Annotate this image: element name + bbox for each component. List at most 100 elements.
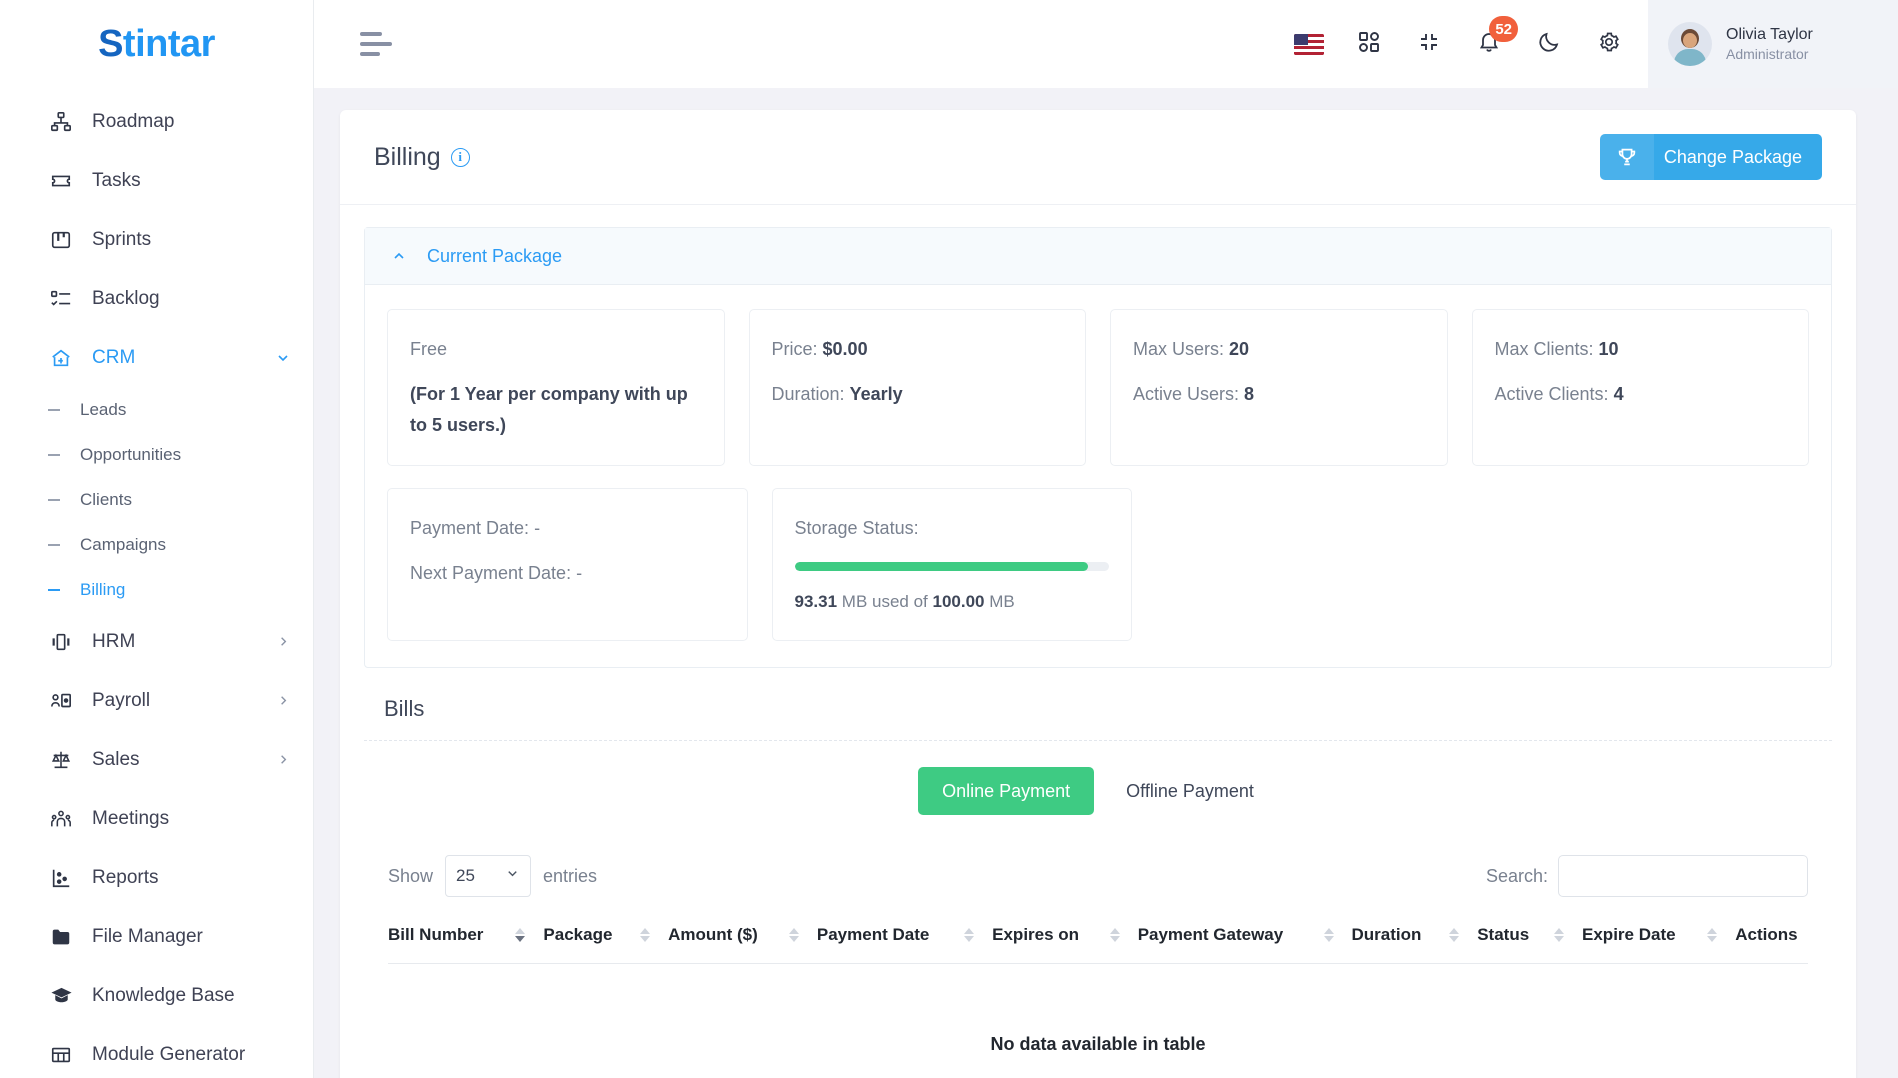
duration-value: Yearly (849, 383, 903, 404)
plan-note: (For 1 Year per company with up to 5 use… (410, 383, 688, 435)
fullscreen-button[interactable] (1412, 27, 1446, 61)
sidebar-item-label: File Manager (92, 925, 203, 947)
sidebar-item-knowledge-base[interactable]: Knowledge Base (0, 966, 313, 1025)
grid-apps-icon (1357, 30, 1381, 59)
language-selector[interactable] (1292, 27, 1326, 61)
page-size-select[interactable]: 25 (445, 855, 532, 898)
active-clients-value: 4 (1613, 383, 1624, 404)
ticket-icon (48, 168, 74, 194)
col-duration[interactable]: Duration (1351, 907, 1478, 965)
sort-icon (640, 928, 651, 943)
sidebar-item-payroll[interactable]: Payroll (0, 671, 313, 730)
table-controls: Show 25 entries Search: (364, 841, 1832, 907)
col-package[interactable]: Package (543, 907, 669, 965)
bills-panel: Online Payment Offline Payment Show 25 e… (364, 740, 1832, 1075)
sidebar-item-clients[interactable]: Clients (0, 477, 313, 522)
tab-online-payment[interactable]: Online Payment (918, 767, 1095, 816)
sidebar-item-roadmap[interactable]: Roadmap (0, 92, 313, 151)
sort-icon (1554, 928, 1565, 943)
sidebar-subitem-label: Leads (80, 399, 127, 419)
col-amount[interactable]: Amount ($) (668, 907, 817, 965)
us-flag-icon (1294, 33, 1324, 55)
notification-badge: 52 (1489, 16, 1518, 42)
info-icon[interactable]: i (450, 147, 470, 167)
avatar (1668, 22, 1712, 66)
clients-card: Max Clients: 10 Active Clients: 4 (1471, 309, 1809, 466)
folder-icon (48, 924, 74, 950)
sidebar-item-meetings[interactable]: Meetings (0, 789, 313, 848)
sidebar-item-label: Module Generator (92, 1043, 246, 1065)
settings-button[interactable] (1592, 27, 1626, 61)
col-expire-date[interactable]: Expire Date (1582, 907, 1736, 965)
empty-message: No data available in table (990, 1034, 1206, 1055)
col-expires-on[interactable]: Expires on (992, 907, 1138, 965)
sort-icon (515, 928, 526, 943)
sidebar-item-billing[interactable]: Billing (0, 567, 313, 612)
col-payment-gateway[interactable]: Payment Gateway (1137, 907, 1352, 965)
user-profile-menu[interactable]: Olivia Taylor Administrator (1648, 0, 1898, 88)
plan-card: Free (For 1 Year per company with up to … (387, 309, 725, 466)
payment-tabs: Online Payment Offline Payment (364, 740, 1832, 841)
max-clients-value: 10 (1598, 339, 1619, 359)
checklist-icon (48, 286, 74, 312)
sidebar-item-label: Knowledge Base (92, 984, 235, 1006)
theme-toggle-button[interactable] (1532, 27, 1566, 61)
table-header-row: Bill Number Package Amount ($) Payment D… (388, 907, 1808, 965)
bills-table: Bill Number Package Amount ($) Payment D… (388, 907, 1808, 1075)
sidebar-item-sales[interactable]: Sales (0, 730, 313, 789)
col-label: Payment Date (816, 925, 930, 945)
sidebar-item-file-manager[interactable]: File Manager (0, 907, 313, 966)
user-name: Olivia Taylor (1726, 25, 1813, 43)
sidebar-item-crm[interactable]: CRM (0, 328, 313, 387)
brand-logo[interactable]: Stintar (0, 0, 313, 88)
hamburger-icon[interactable] (360, 32, 394, 56)
current-package-label: Current Package (427, 245, 563, 266)
sidebar-item-hrm[interactable]: HRM (0, 612, 313, 671)
apps-button[interactable] (1352, 27, 1386, 61)
show-label: Show (388, 865, 434, 886)
bills-title: Bills (384, 696, 425, 722)
sidebar-item-backlog[interactable]: Backlog (0, 269, 313, 328)
sidebar-item-label: CRM (92, 346, 136, 368)
sort-icon (1707, 928, 1718, 943)
sidebar-item-label: Reports (92, 866, 159, 888)
users-card: Max Users: 20 Active Users: 8 (1110, 309, 1448, 466)
col-payment-date[interactable]: Payment Date (816, 907, 993, 965)
sidebar-item-opportunities[interactable]: Opportunities (0, 432, 313, 477)
sidebar-item-label: Roadmap (92, 110, 175, 132)
col-label: Expires on (992, 925, 1080, 945)
price-value: $0.00 (822, 339, 868, 359)
plan-name: Free (410, 339, 448, 359)
sidebar-subitem-label: Campaigns (80, 534, 166, 554)
sidebar-item-module-generator[interactable]: Module Generator (0, 1025, 313, 1078)
tab-offline-payment[interactable]: Offline Payment (1102, 767, 1278, 815)
dash-icon (48, 453, 62, 456)
storage-used-unit: MB used of (841, 591, 928, 611)
storage-total: 100.00 (932, 591, 985, 611)
sidebar-item-campaigns[interactable]: Campaigns (0, 522, 313, 567)
search-input[interactable] (1558, 855, 1808, 898)
notifications-button[interactable]: 52 (1472, 16, 1518, 61)
max-clients-label: Max Clients: (1494, 339, 1594, 359)
sidebar-item-label: HRM (92, 630, 136, 652)
module-icon (48, 1042, 74, 1068)
dash-icon (48, 543, 62, 546)
storage-total-unit: MB (989, 591, 1015, 611)
col-bill-number[interactable]: Bill Number (388, 907, 544, 965)
sidebar-item-reports[interactable]: Reports (0, 848, 313, 907)
payroll-icon (48, 688, 74, 714)
reports-icon (48, 865, 74, 891)
current-package-toggle[interactable]: Current Package (365, 228, 1831, 285)
package-row-1: Free (For 1 Year per company with up to … (387, 309, 1809, 466)
sort-icon (1323, 928, 1334, 943)
sidebar-item-tasks[interactable]: Tasks (0, 151, 313, 210)
brand-logo-mark: S (98, 22, 123, 65)
sort-icon (1449, 928, 1460, 943)
crm-icon (48, 345, 74, 371)
chevron-down-icon (275, 350, 291, 366)
bills-table-head: Bill Number Package Amount ($) Payment D… (388, 907, 1808, 965)
sidebar-item-leads[interactable]: Leads (0, 387, 313, 432)
sidebar-item-sprints[interactable]: Sprints (0, 210, 313, 269)
change-package-button[interactable]: Change Package (1599, 134, 1822, 180)
col-status[interactable]: Status (1477, 907, 1583, 965)
